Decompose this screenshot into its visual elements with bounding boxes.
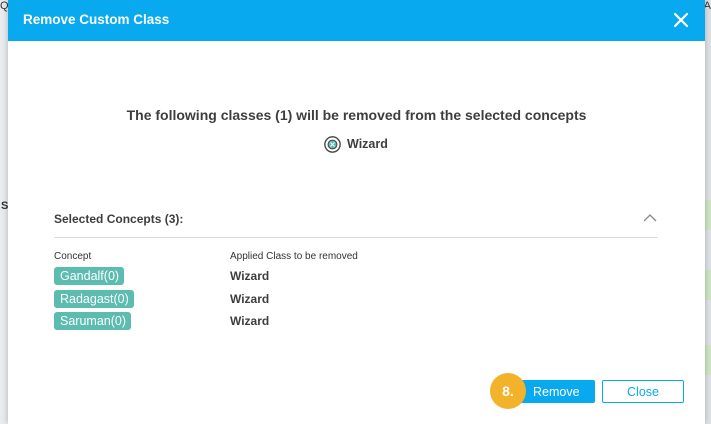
concept-tag[interactable]: Saruman(0) — [54, 312, 131, 330]
concept-tag[interactable]: Gandalf(0) — [54, 267, 125, 285]
divider — [54, 237, 658, 238]
table-row: Radagast(0) Wizard — [54, 290, 454, 308]
remove-button[interactable]: Remove — [517, 380, 595, 403]
class-icon — [324, 135, 341, 153]
background-highlight — [705, 345, 711, 375]
remove-custom-class-dialog: Remove Custom Class The following classe… — [8, 0, 705, 424]
table-row: Saruman(0) Wizard — [54, 312, 454, 330]
dialog-title: Remove Custom Class — [23, 12, 170, 27]
selected-concepts-title: Selected Concepts (3): — [54, 212, 184, 226]
step-badge: 8. — [490, 373, 526, 409]
background-app-left — [0, 0, 8, 424]
applied-class: Wizard — [230, 314, 270, 328]
applied-class: Wizard — [230, 269, 270, 283]
class-to-remove: Wizard — [324, 135, 388, 153]
column-header-concept: Concept — [54, 251, 92, 262]
class-name: Wizard — [347, 137, 388, 151]
close-icon[interactable] — [669, 8, 693, 32]
chevron-up-icon[interactable] — [642, 212, 658, 224]
applied-class: Wizard — [230, 292, 270, 306]
table-row: Gandalf(0) Wizard — [54, 267, 454, 285]
background-highlight — [705, 200, 711, 230]
background-highlight — [705, 270, 711, 300]
close-button[interactable]: Close — [602, 380, 684, 403]
concept-tag[interactable]: Radagast(0) — [54, 290, 134, 308]
column-header-applied-class: Applied Class to be removed — [230, 251, 358, 262]
removal-headline: The following classes (1) will be remove… — [126, 107, 587, 123]
dialog-header: Remove Custom Class — [8, 0, 705, 41]
